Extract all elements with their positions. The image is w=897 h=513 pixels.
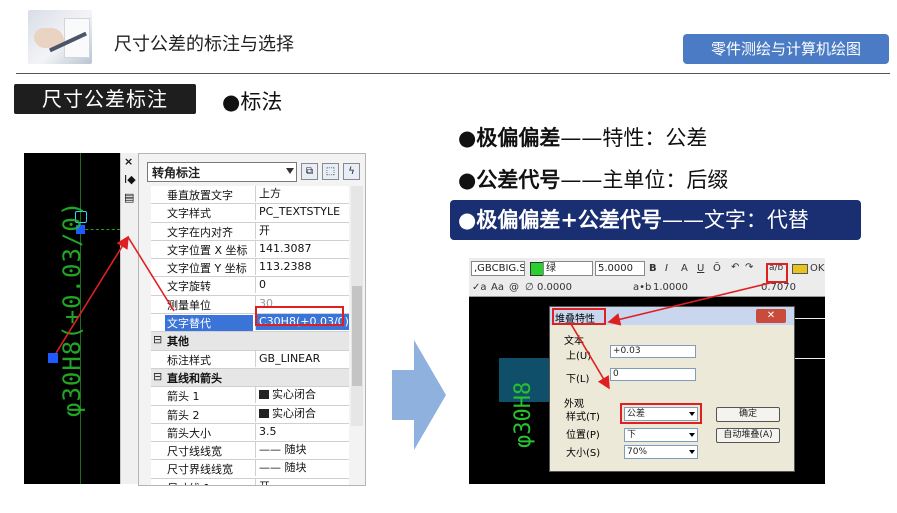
bullet-item-highlighted: ●极偏偏差+公差代号——文字：代替	[450, 200, 861, 240]
cad-text-editor-area: ,GBCBIG.S 绿 5.0000 B I A U Ō ↶ ↷ a/b OK …	[469, 258, 825, 484]
section-subtitle: ●标法	[222, 90, 283, 114]
flow-arrow-icon	[392, 340, 446, 450]
course-badge: 零件测绘与计算机绘图	[683, 34, 889, 64]
bullet-item: ●公差代号——主单位：后缀	[458, 168, 729, 192]
header-photo	[28, 10, 92, 64]
section-tag: 尺寸公差标注	[14, 84, 196, 114]
header-divider	[16, 73, 890, 74]
annotation-arrows-right	[570, 281, 775, 390]
page-title: 尺寸公差的标注与选择	[114, 34, 294, 55]
bullet-item: ●极偏偏差——特性：公差	[458, 126, 708, 150]
annotation-arrow-left	[55, 235, 175, 354]
